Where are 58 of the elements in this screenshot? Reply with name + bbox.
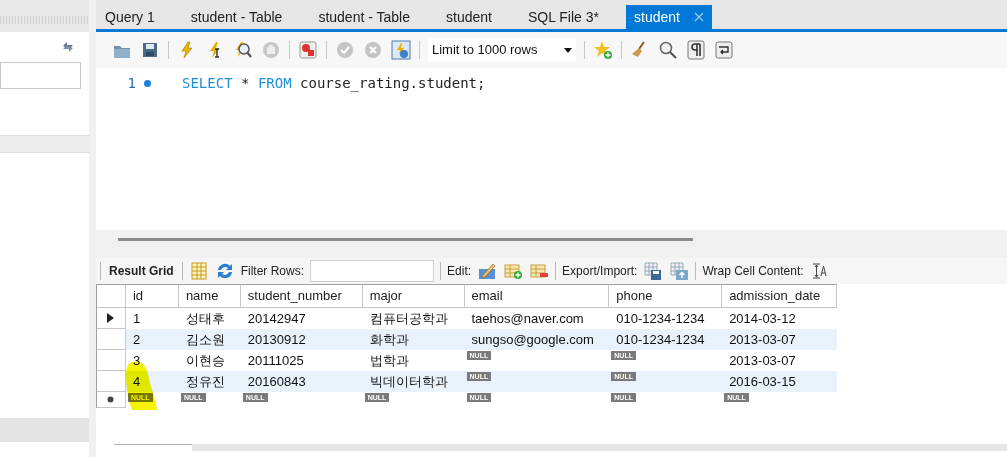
save-icon[interactable] [140,40,160,60]
column-header[interactable]: admission_date [722,285,837,308]
table-cell: 20130912 [240,329,363,350]
magnifier-lightning-icon[interactable] [233,40,253,60]
add-row-icon[interactable] [503,261,524,281]
column-header[interactable]: student_number [240,285,363,308]
tab[interactable]: student - Table [181,5,292,29]
code-line: SELECT * FROM course_rating.student; [182,73,486,94]
filter-field[interactable] [310,260,435,282]
table-cell: 2013-03-07 [722,329,837,350]
export-label: Export/Import: [562,263,638,280]
line-number: 1 [126,73,136,93]
result-grid-tab[interactable]: Result Grid [107,262,176,280]
wrap-label: Wrap Cell Content: [702,263,804,280]
column-header[interactable]: email [464,285,610,308]
table-cell: sungso@google.com [464,329,610,350]
current-row-icon [107,313,115,323]
edit-label: Edit: [447,263,472,280]
table-cell: 화학과 [362,329,465,350]
limit-dropdown[interactable]: Limit to 1000 rows [428,38,576,62]
table-cell: 김소원 [178,329,241,350]
refresh-icon[interactable] [61,41,75,53]
import-icon[interactable] [669,261,690,281]
column-header[interactable]: major [362,285,465,308]
table-cell: 정유진 [178,371,241,392]
table-cell: 2 [125,329,179,350]
table-cell: 빅데이터학과 [362,371,465,392]
table-cell: 2016-03-15 [722,371,837,392]
table-cell: 010-1234-1234 [609,329,723,350]
column-header[interactable]: phone [609,285,723,308]
stop-icon[interactable] [298,40,318,60]
table-cell: 20160843 [240,371,363,392]
delete-row-icon[interactable] [529,261,550,281]
column-header[interactable]: id [125,285,179,308]
export-icon[interactable] [643,261,664,281]
column-header[interactable]: name [178,285,241,308]
filter-label: Filter Rows: [240,263,305,280]
star-plus-icon[interactable] [593,40,613,60]
cancel-icon[interactable] [363,40,383,60]
tab[interactable]: student - Table [309,5,419,29]
row-header[interactable] [97,392,126,408]
horizontal-scrollbar[interactable] [118,238,693,241]
check-icon[interactable] [335,40,355,60]
search-icon[interactable] [658,40,678,60]
autocommit-icon[interactable] [391,40,411,60]
row-header[interactable] [97,308,126,329]
tab[interactable]: Query 1 [96,5,164,29]
close-icon[interactable] [693,12,704,22]
tab[interactable]: student [437,5,501,29]
tab[interactable]: SQL File 3* [518,5,608,29]
wrap-icon[interactable] [714,40,734,60]
tab[interactable]: student [626,5,712,29]
caret-icon [564,47,572,53]
column-grid-icon[interactable] [188,261,209,281]
new-row-icon [107,396,115,403]
search-field[interactable] [0,62,81,89]
edit-cell-icon[interactable] [477,261,498,281]
paragraph-icon[interactable] [686,40,706,60]
